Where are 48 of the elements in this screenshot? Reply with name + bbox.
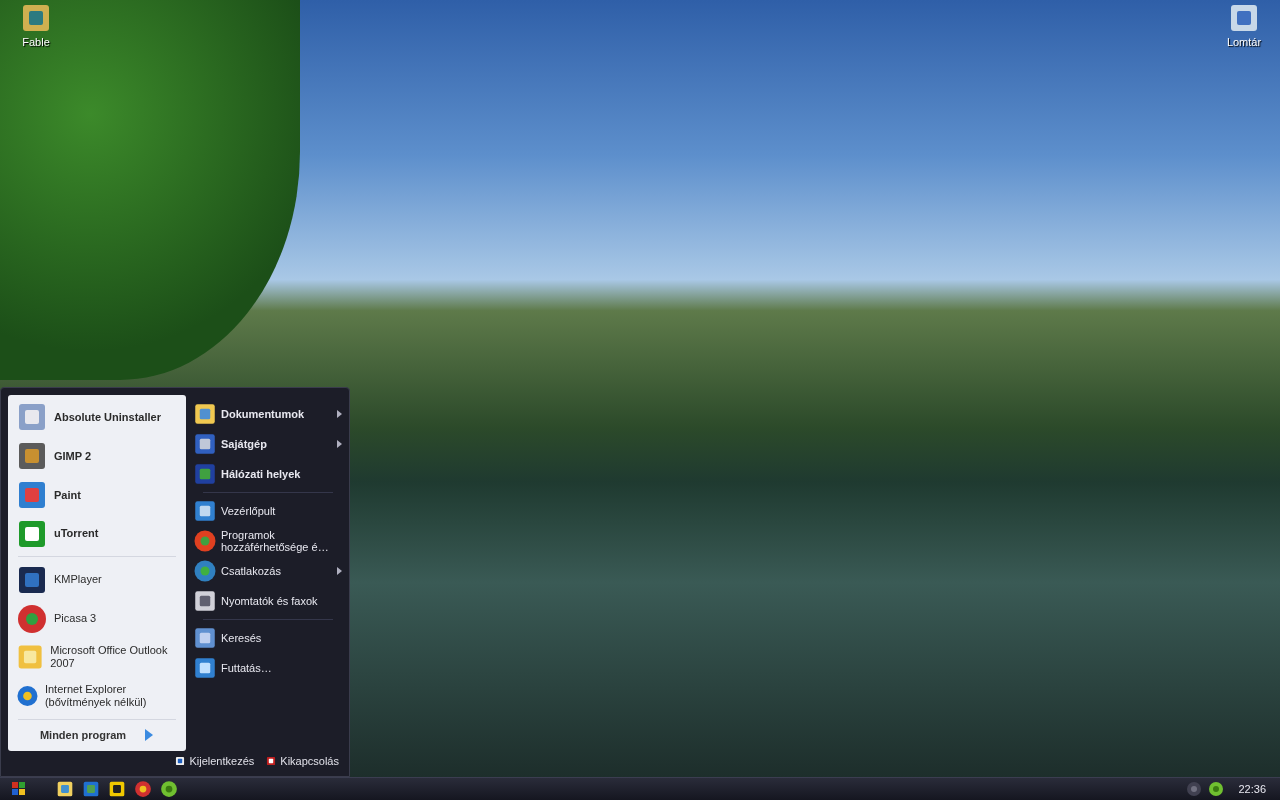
desktop-icon[interactable]: Fable [4, 2, 68, 48]
all-programs-label: Minden program [39, 729, 127, 742]
all-programs-button[interactable]: Minden program [8, 722, 186, 748]
menu-item-label: Programok hozzáférhetősége é… [221, 529, 330, 553]
menu-item-label: Keresés [221, 632, 263, 644]
menu-item-label: Sajátgép [221, 438, 268, 450]
start-button[interactable] [12, 782, 26, 796]
program-label: Paint [54, 488, 81, 502]
program-label: uTorrent [54, 527, 99, 541]
menu-item-label: Dokumentumok [221, 408, 306, 420]
program-label: GIMP 2 [54, 449, 92, 463]
menu-item-label: Csatlakozás [221, 565, 282, 577]
pinned-program[interactable]: GIMP 2 [8, 436, 186, 476]
clock: 22:36 [1238, 783, 1266, 795]
desktop-icon-label: Lomtár [1226, 36, 1262, 48]
desktop-icon[interactable]: Lomtár [1212, 2, 1276, 48]
menu-item[interactable]: Nyomtatók és faxok [193, 586, 343, 616]
menu-item[interactable]: Dokumentumok [193, 399, 343, 429]
menu-item[interactable]: Programok hozzáférhetősége é… [193, 526, 343, 556]
submenu-arrow-icon [337, 567, 342, 575]
menu-item-label: Hálózati helyek [221, 468, 302, 480]
session-button[interactable]: Kijelentkezés [175, 754, 255, 767]
menu-item[interactable]: Hálózati helyek [193, 459, 343, 489]
submenu-arrow-icon [337, 410, 342, 418]
program-label: Microsoft Office Outlook 2007 [50, 644, 169, 671]
menu-item[interactable]: Vezérlőpult [193, 496, 343, 526]
recent-program[interactable]: Internet Explorer (bővítmények nélkül) [8, 676, 186, 716]
menu-item-label: Vezérlőpult [221, 505, 277, 517]
program-label: Picasa 3 [54, 612, 97, 626]
submenu-arrow-icon [337, 440, 342, 448]
recent-program[interactable]: Picasa 3 [8, 599, 186, 639]
desktop-icon-label: Fable [22, 36, 50, 48]
menu-item[interactable]: Keresés [193, 623, 343, 653]
menu-item[interactable]: Sajátgép [193, 429, 343, 459]
pinned-program[interactable]: Absolute Uninstaller [8, 398, 186, 437]
program-label: Internet Explorer (bővítmények nélkül) [44, 683, 148, 710]
menu-item[interactable]: Futtatás… [193, 653, 343, 683]
program-label: KMPlayer [54, 573, 102, 587]
menu-item[interactable]: Csatlakozás [193, 556, 343, 586]
program-label: Absolute Uninstaller [54, 410, 161, 424]
menu-item-label: Nyomtatók és faxok [221, 595, 319, 607]
arrow-icon [144, 729, 155, 742]
session-button[interactable]: Kikapcsolás [266, 754, 339, 767]
pinned-program[interactable]: Paint [8, 475, 186, 515]
recent-program[interactable]: KMPlayer [8, 560, 186, 600]
recent-program[interactable]: Microsoft Office Outlook 2007 [8, 638, 186, 677]
menu-item-label: Futtatás… [221, 662, 273, 674]
pinned-program[interactable]: uTorrent [8, 514, 186, 554]
